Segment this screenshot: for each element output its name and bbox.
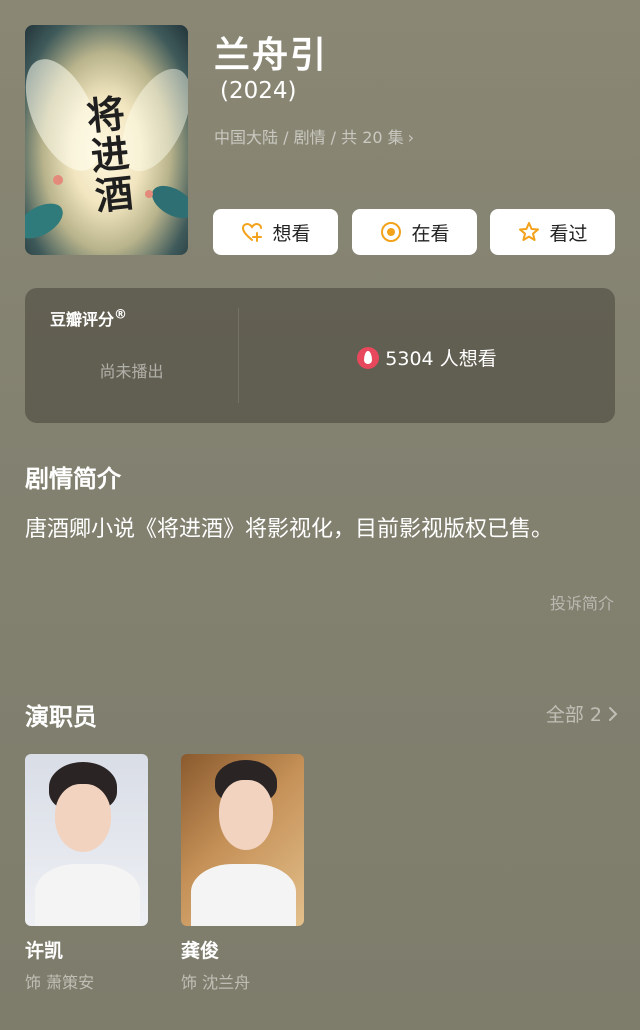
watched-label: 看过 — [549, 222, 588, 245]
meta-info-text: 中国大陆 / 剧情 / 共 20 集 — [214, 128, 404, 147]
view-all-cast-link[interactable]: 全部 2 — [546, 700, 618, 727]
poster-char: 酒 — [92, 169, 136, 219]
watched-button[interactable]: 看过 — [490, 209, 615, 255]
chevron-right-icon: › — [407, 128, 415, 147]
cast-role: 饰 沈兰舟 — [181, 973, 251, 992]
photo-shape — [219, 780, 273, 850]
poster-image[interactable]: 将 进 酒 — [25, 25, 188, 255]
rating-brand-text: 豆瓣评分 — [50, 310, 115, 329]
page-title: 兰舟引 — [214, 35, 329, 76]
wish-count-text: 5304 人想看 — [385, 348, 497, 370]
star-outline-icon — [519, 222, 540, 241]
want-to-watch-label: 想看 — [272, 222, 311, 245]
cast-role: 饰 萧策安 — [25, 973, 95, 992]
release-year: (2024) — [220, 78, 297, 104]
photo-shape — [35, 864, 140, 926]
cast-photo — [181, 754, 304, 926]
view-all-label: 全部 2 — [545, 704, 602, 726]
heart-plus-icon — [242, 222, 263, 242]
photo-shape — [191, 864, 296, 926]
registered-mark: ® — [114, 307, 128, 323]
wish-count: 5304 人想看 — [239, 344, 615, 371]
cast-heading: 演职员 — [25, 703, 97, 731]
meta-info-link[interactable]: 中国大陆 / 剧情 / 共 20 集 › — [214, 124, 414, 148]
chevron-right-icon — [609, 706, 618, 721]
movie-detail-page: 将 进 酒 兰舟引 (2024) 中国大陆 / 剧情 / 共 20 集 › 想看 … — [0, 0, 640, 1030]
poster-decoration — [25, 196, 69, 246]
synopsis-text[interactable]: 唐酒卿小说《将进酒》将影视化，目前影视版权已售。 — [25, 512, 600, 548]
cast-name: 龚俊 — [181, 940, 220, 962]
poster-decoration — [146, 179, 188, 225]
rating-status: 尚未播出 — [99, 362, 164, 381]
poster-calligraphy: 将 进 酒 — [69, 90, 151, 219]
synopsis-heading: 剧情简介 — [25, 465, 121, 493]
photo-shape — [55, 784, 111, 852]
target-circle-icon — [381, 222, 402, 242]
fire-icon — [357, 346, 380, 369]
rating-card[interactable]: 豆瓣评分® 尚未播出 5304 人想看 — [25, 288, 615, 423]
poster-decoration — [53, 175, 63, 185]
watching-button[interactable]: 在看 — [352, 209, 477, 255]
cast-photo — [25, 754, 148, 926]
rating-brand: 豆瓣评分® — [50, 306, 127, 330]
report-synopsis-link[interactable]: 投诉简介 — [550, 590, 614, 614]
cast-member-card[interactable]: 许凯 饰 萧策安 — [25, 754, 148, 993]
cast-name: 许凯 — [25, 940, 64, 962]
want-to-watch-button[interactable]: 想看 — [213, 209, 338, 255]
watching-label: 在看 — [411, 222, 450, 245]
cast-member-card[interactable]: 龚俊 饰 沈兰舟 — [181, 754, 304, 993]
